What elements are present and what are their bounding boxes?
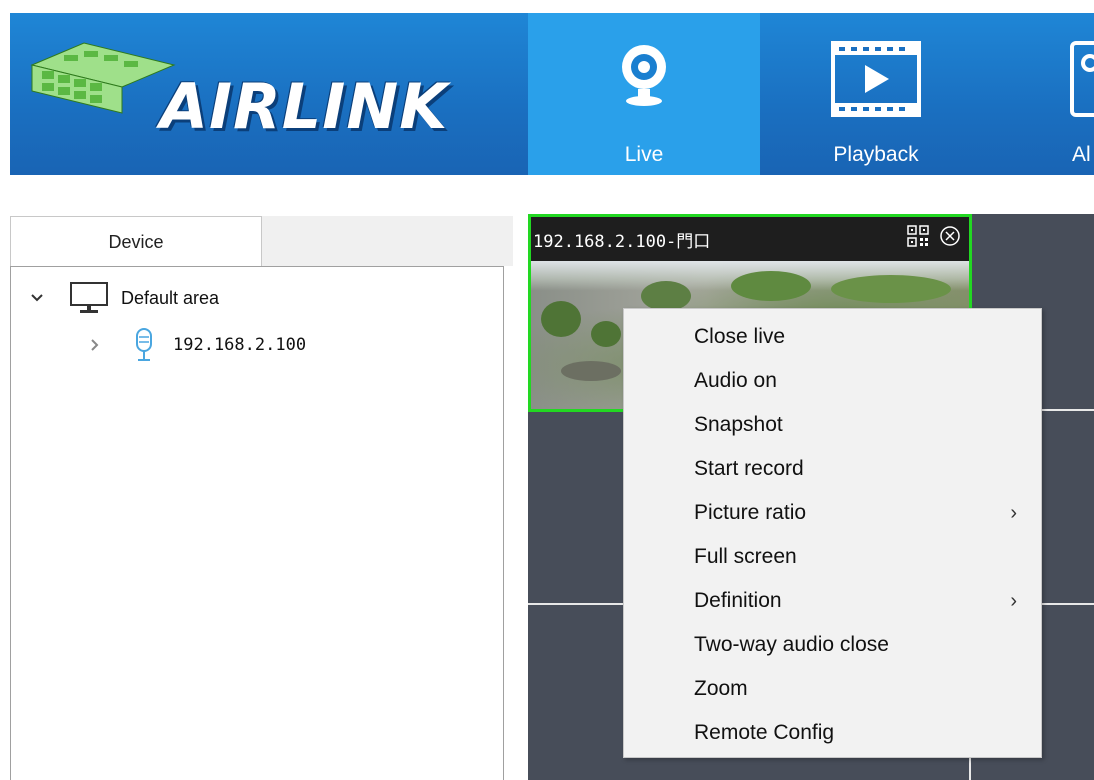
menu-item-definition[interactable]: Definition › xyxy=(624,579,1041,623)
menu-item-label: Start record xyxy=(694,457,804,480)
menu-item-snapshot[interactable]: Snapshot xyxy=(624,403,1041,447)
menu-item-label: Audio on xyxy=(694,369,777,392)
chevron-right-icon[interactable] xyxy=(89,337,101,353)
menu-item-two-way-audio-close[interactable]: Two-way audio close xyxy=(624,623,1041,667)
nav-tab-live-label: Live xyxy=(624,143,664,166)
app-header: AIRLINK Live Playback Al xyxy=(10,13,1094,175)
menu-item-remote-config[interactable]: Remote Config xyxy=(624,711,1041,755)
brand-name: AIRLINK xyxy=(160,70,449,143)
image-icon xyxy=(1070,41,1094,117)
video-cell-title: 192.168.2.100-門口 xyxy=(533,231,711,252)
menu-item-close-live[interactable]: Close live xyxy=(624,315,1041,359)
context-menu: Close live Audio on Snapshot Start recor… xyxy=(623,308,1042,758)
menu-item-label: Full screen xyxy=(694,545,797,568)
tree-area-label: Default area xyxy=(121,287,220,308)
menu-item-label: Close live xyxy=(694,325,786,348)
submenu-arrow-icon: › xyxy=(1010,589,1017,612)
submenu-arrow-icon: › xyxy=(1010,501,1017,524)
menu-item-full-screen[interactable]: Full screen xyxy=(624,535,1041,579)
nav-tab-playback-label: Playback xyxy=(833,143,919,166)
close-circle-icon[interactable] xyxy=(939,225,961,247)
menu-item-zoom[interactable]: Zoom xyxy=(624,667,1041,711)
menu-item-start-record[interactable]: Start record xyxy=(624,447,1041,491)
nav-tab-playback[interactable]: Playback xyxy=(760,13,992,175)
nav-tab-album-label: Al xyxy=(1072,143,1091,166)
menu-item-picture-ratio[interactable]: Picture ratio › xyxy=(624,491,1041,535)
microphone-icon xyxy=(136,328,152,361)
menu-item-label: Zoom xyxy=(694,677,748,700)
menu-item-audio-on[interactable]: Audio on xyxy=(624,359,1041,403)
video-cell-titlebar: 192.168.2.100-門口 xyxy=(531,217,969,261)
nav-tab-album[interactable]: Al xyxy=(992,13,1094,175)
menu-item-label: Snapshot xyxy=(694,413,783,436)
device-tree: Default area 192.168.2.100 xyxy=(10,266,504,780)
menu-item-label: Definition xyxy=(694,589,782,612)
video-cell-controls xyxy=(907,225,961,247)
chevron-down-icon[interactable] xyxy=(29,292,45,304)
tree-device-label: 192.168.2.100 xyxy=(173,335,307,355)
tree-row-default-area[interactable]: Default area xyxy=(29,281,219,315)
menu-item-label: Two-way audio close xyxy=(694,633,889,656)
menu-item-label: Remote Config xyxy=(694,721,835,744)
monitor-icon xyxy=(70,282,108,313)
top-border xyxy=(0,0,1094,13)
webcam-icon xyxy=(622,45,666,106)
tree-row-device[interactable]: 192.168.2.100 xyxy=(89,327,306,363)
tab-device[interactable]: Device xyxy=(10,216,262,267)
qr-code-icon[interactable] xyxy=(907,225,929,247)
nav-tab-live[interactable]: Live xyxy=(528,13,760,175)
film-play-icon xyxy=(831,41,921,117)
menu-item-label: Picture ratio xyxy=(694,501,807,524)
